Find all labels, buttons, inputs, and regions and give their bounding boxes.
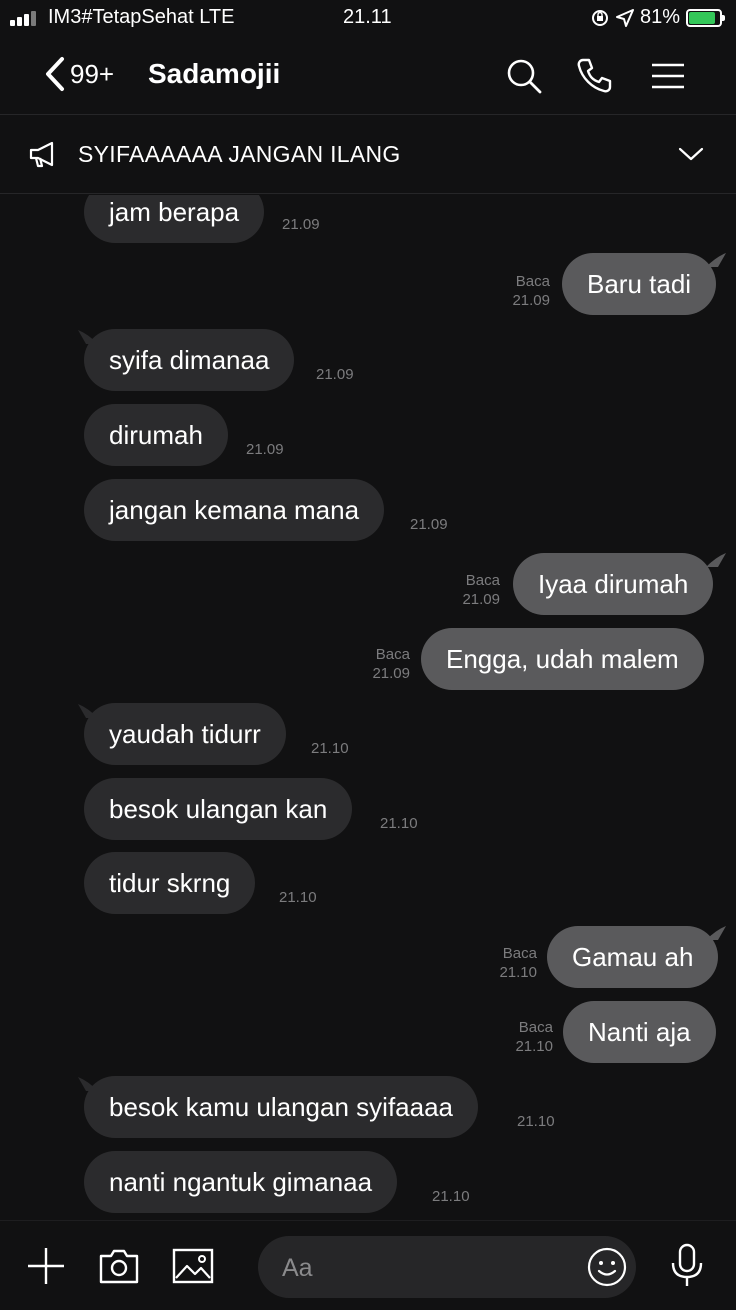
read-receipt: Baca [465,572,500,589]
status-time: 21.11 [343,6,392,28]
search-icon[interactable] [504,56,544,96]
signal-strength-icon [10,10,40,26]
message-text: Baru tadi [587,269,692,299]
message-text: tidur skrng [109,868,231,898]
message-time: 21.10 [517,1113,555,1130]
plus-icon[interactable] [26,1246,66,1286]
bubble-tail [78,704,98,718]
unread-count: 99+ [70,58,115,89]
message-bubble-incoming[interactable]: jangan kemana mana [84,479,385,541]
message-time: 21.10 [380,815,418,832]
message-bubble-incoming[interactable]: nanti ngantuk gimanaa [84,1151,398,1213]
message-time: 21.10 [279,889,317,906]
message-text: Nanti aja [588,1017,691,1047]
message-bubble-incoming[interactable]: tidur skrng [84,852,256,914]
message-list[interactable]: jam berapa 21.09 Baca 21.09 Baru tadi sy… [0,195,736,1220]
read-receipt: Baca [518,1019,553,1036]
back-button[interactable]: 99+ [44,56,114,92]
message-time: 21.09 [410,516,448,533]
message-text: Iyaa dirumah [538,569,689,599]
message-time: 21.09 [372,665,410,682]
message-status: Baca 21.10 [503,1018,553,1056]
bubble-tail [706,926,726,940]
message-text: besok ulangan kan [109,794,328,824]
message-status: Baca 21.09 [450,571,500,609]
battery-icon [686,8,725,27]
chevron-left-icon [46,57,64,91]
message-bubble-incoming[interactable]: besok ulangan kan [84,778,353,840]
chat-title: Sadamojii [148,58,281,89]
message-bubble-outgoing[interactable]: Nanti aja [563,1001,716,1063]
message-status: Baca 21.10 [487,944,537,982]
message-bubble-outgoing[interactable]: Baru tadi [562,253,717,315]
message-time: 21.09 [512,292,550,309]
bubble-tail [706,553,726,567]
carrier-label: IM3#TetapSehat LTE [48,6,235,28]
message-bubble-incoming[interactable]: jam berapa [84,195,265,243]
message-text: Gamau ah [572,942,694,972]
message-bubble-incoming[interactable]: besok kamu ulangan syifaaaa [84,1076,479,1138]
message-bubble-incoming[interactable]: dirumah [84,404,228,466]
location-arrow-icon [615,8,634,27]
message-status: Baca 21.09 [360,645,410,683]
message-bubble-incoming[interactable]: syifa dimanaa [84,329,295,391]
emoji-icon[interactable] [586,1246,628,1288]
read-receipt: Baca [375,646,410,663]
read-receipt: Baca [515,273,550,290]
bubble-tail [78,330,98,344]
bubble-tail [706,253,726,267]
message-text: yaudah tidurr [109,719,261,749]
status-bar: IM3#TetapSehat LTE 21.11 81% [0,0,736,36]
battery-percent: 81% [639,6,680,28]
camera-icon[interactable] [98,1247,140,1285]
message-bubble-outgoing[interactable]: Iyaa dirumah [513,553,714,615]
chat-header: 99+ Sadamojii [0,36,736,114]
message-time: 21.09 [282,216,320,233]
message-input-container[interactable] [258,1236,636,1300]
message-text: Engga, udah malem [446,644,679,674]
megaphone-icon [29,141,54,168]
message-time: 21.09 [246,441,284,458]
message-time: 21.09 [316,366,354,383]
message-text: nanti ngantuk gimanaa [109,1167,373,1197]
message-status: Baca 21.09 [500,272,550,310]
message-bubble-outgoing[interactable]: Engga, udah malem [421,628,704,690]
read-receipt: Baca [502,945,537,962]
phone-call-icon[interactable] [574,56,614,96]
image-gallery-icon[interactable] [172,1247,214,1285]
message-time: 21.10 [432,1188,470,1205]
message-bubble-outgoing[interactable]: Gamau ah [547,926,719,988]
orientation-lock-icon [591,9,608,26]
chevron-down-icon[interactable] [678,145,704,163]
bubble-tail [78,1077,98,1091]
message-input[interactable] [280,1236,584,1300]
message-text: dirumah [109,420,203,450]
message-input-bar [0,1220,736,1310]
message-bubble-incoming[interactable]: yaudah tidurr [84,703,286,765]
announcement-banner[interactable]: SYIFAAAAAA JANGAN ILANG [0,114,736,194]
microphone-icon[interactable] [668,1243,706,1289]
message-time: 21.09 [462,591,500,608]
message-time: 21.10 [499,964,537,981]
message-text: jangan kemana mana [109,495,360,525]
message-text: besok kamu ulangan syifaaaa [109,1092,454,1122]
announcement-text: SYIFAAAAAA JANGAN ILANG [78,141,401,167]
menu-icon[interactable] [648,56,688,96]
message-text: syifa dimanaa [109,345,270,375]
message-time: 21.10 [311,740,349,757]
message-time: 21.10 [515,1038,553,1055]
message-text: jam berapa [109,197,240,227]
